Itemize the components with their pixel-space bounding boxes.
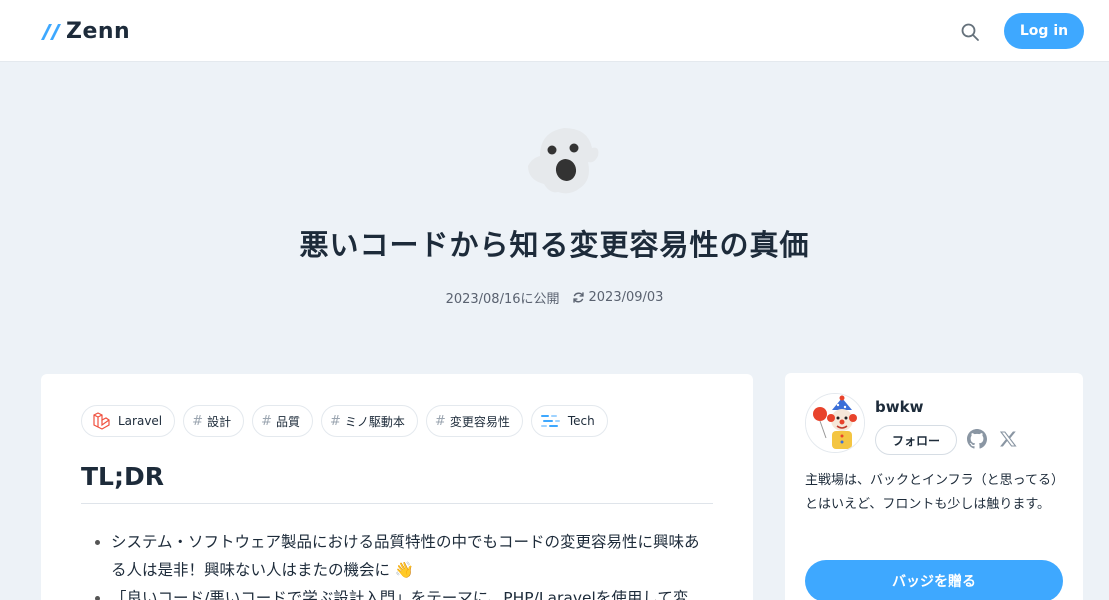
follow-button[interactable]: フォロー — [875, 425, 957, 455]
x-twitter-icon[interactable] — [999, 430, 1017, 448]
article-title: 悪いコードから知る変更容易性の真価 — [299, 228, 810, 262]
article-meta: 2023/08/16に公開 2023/09/03 — [0, 288, 1109, 307]
hash-icon: # — [192, 413, 204, 429]
zenn-logo[interactable]: Zenn — [40, 18, 130, 44]
topic-design[interactable]: # 設計 — [183, 405, 245, 437]
author-name[interactable]: bwkw — [875, 398, 923, 416]
github-icon[interactable] — [967, 429, 987, 449]
topic-mino-book[interactable]: # ミノ駆動本 — [321, 405, 418, 437]
topic-laravel[interactable]: Laravel — [81, 405, 176, 437]
send-badge-button[interactable]: バッジを贈る — [805, 560, 1063, 600]
published-date: 2023/08/16に公開 — [445, 292, 560, 307]
author-card: bwkw フォロー 主戦場は、バックとインフラ（と思ってる）とはいえど、フロント… — [785, 373, 1083, 600]
topic-label: Tech — [567, 414, 595, 428]
section-heading: TL;DR — [81, 462, 713, 504]
topic-list: Laravel # 設計 # 品質 # ミノ駆動本 # 変更容易性 Tech — [81, 405, 608, 437]
topic-tech[interactable]: Tech — [530, 405, 608, 437]
ghost-emoji-icon — [528, 128, 599, 194]
clown-avatar-icon — [806, 394, 864, 452]
hash-icon: # — [434, 413, 446, 429]
updated-date: 2023/09/03 — [588, 290, 664, 305]
topic-label: 変更容易性 — [449, 414, 510, 429]
topic-changeability[interactable]: # 変更容易性 — [425, 405, 523, 437]
avatar[interactable] — [805, 393, 865, 453]
hash-icon: # — [330, 413, 341, 429]
topic-label: 設計 — [207, 414, 232, 429]
laravel-icon — [90, 410, 112, 432]
tech-icon — [540, 410, 562, 432]
bullet-list: システム・ソフトウェア製品における品質特性の中でもコードの変更容易性に興味ある人… — [93, 528, 713, 600]
article-content-card: Laravel # 設計 # 品質 # ミノ駆動本 # 変更容易性 Tech T… — [41, 374, 753, 600]
login-button[interactable]: Log in — [1004, 13, 1084, 49]
topic-label: ミノ駆動本 — [344, 414, 405, 429]
site-header: Zenn Log in — [0, 0, 1109, 62]
logo-text: Zenn — [66, 18, 131, 44]
search-icon — [961, 23, 979, 41]
list-item: 「良いコード/悪いコードで学ぶ設計入門」をテーマに、PHP/Laravelを使用… — [111, 584, 713, 600]
search-button[interactable] — [956, 18, 984, 46]
topic-label: 品質 — [275, 414, 300, 429]
hash-icon: # — [261, 413, 272, 429]
list-item: システム・ソフトウェア製品における品質特性の中でもコードの変更容易性に興味ある人… — [111, 528, 713, 584]
updated-date-group: 2023/09/03 — [572, 290, 664, 305]
topic-label: Laravel — [118, 414, 163, 428]
topic-quality[interactable]: # 品質 — [252, 405, 313, 437]
zenn-logo-icon — [41, 24, 61, 40]
author-bio: 主戦場は、バックとインフラ（と思ってる）とはいえど、フロントも少しは触ります。 — [805, 473, 1064, 512]
refresh-icon — [572, 292, 584, 303]
